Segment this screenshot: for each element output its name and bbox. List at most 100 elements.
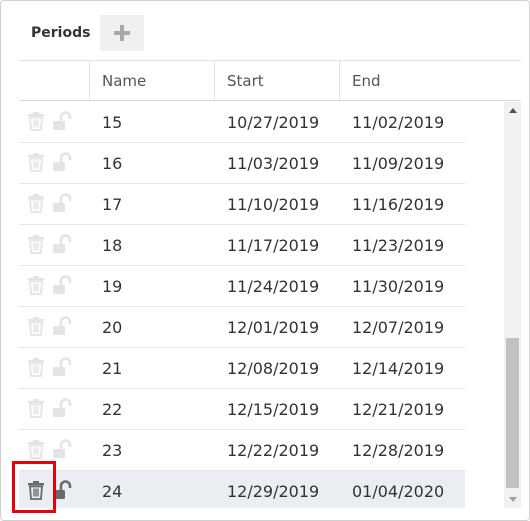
- start-cell: 11/17/2019: [227, 235, 320, 255]
- start-cell: 12/29/2019: [227, 481, 320, 501]
- table-row[interactable]: 22 12/15/2019 12/21/2019: [19, 389, 465, 430]
- table-row[interactable]: 24 12/29/2019 01/04/2020: [19, 471, 465, 508]
- vertical-scrollbar[interactable]: [504, 102, 521, 508]
- end-cell: 12/14/2019: [352, 358, 445, 378]
- scrollbar-thumb[interactable]: [506, 338, 519, 488]
- unlock-icon: [52, 110, 72, 134]
- name-cell: 17: [102, 194, 123, 214]
- trash-icon: [27, 275, 45, 298]
- lock-row-button: [51, 356, 73, 380]
- name-cell: 22: [102, 399, 123, 419]
- lock-row-button: [51, 110, 73, 134]
- delete-row-button: [25, 398, 47, 420]
- trash-icon: [27, 439, 45, 462]
- end-cell: 11/23/2019: [352, 235, 445, 255]
- name-cell: 24: [102, 481, 123, 501]
- delete-row-button: [25, 152, 47, 174]
- unlock-icon: [52, 315, 72, 339]
- trash-icon: [27, 193, 45, 216]
- row-actions: [19, 348, 89, 388]
- end-cell: 12/21/2019: [352, 399, 445, 419]
- start-cell: 12/08/2019: [227, 358, 320, 378]
- name-cell: 18: [102, 235, 123, 255]
- table-row[interactable]: 17 11/10/2019 11/16/2019: [19, 184, 465, 225]
- row-actions: [19, 430, 89, 470]
- start-cell: 12/22/2019: [227, 440, 320, 460]
- delete-row-button: [25, 234, 47, 256]
- delete-row-button: [25, 275, 47, 297]
- delete-row-button[interactable]: [25, 480, 47, 502]
- row-actions: [19, 307, 89, 347]
- delete-row-button: [25, 193, 47, 215]
- table-row[interactable]: 16 11/03/2019 11/09/2019: [19, 143, 465, 184]
- name-column-header[interactable]: Name: [89, 61, 214, 100]
- name-cell: 20: [102, 317, 123, 337]
- table-row[interactable]: 18 11/17/2019 11/23/2019: [19, 225, 465, 266]
- trash-icon: [27, 480, 45, 503]
- name-cell: 16: [102, 153, 123, 173]
- delete-row-button: [25, 357, 47, 379]
- start-cell: 10/27/2019: [227, 112, 320, 132]
- plus-icon: [114, 25, 131, 41]
- end-cell: 11/16/2019: [352, 194, 445, 214]
- scroll-down-arrow[interactable]: [504, 491, 521, 508]
- name-cell: 15: [102, 112, 123, 132]
- table-row[interactable]: 19 11/24/2019 11/30/2019: [19, 266, 465, 307]
- lock-row-button: [51, 274, 73, 298]
- delete-row-button: [25, 316, 47, 338]
- trash-icon: [27, 152, 45, 175]
- unlock-icon: [52, 233, 72, 257]
- table-row[interactable]: 23 12/22/2019 12/28/2019: [19, 430, 465, 471]
- name-cell: 23: [102, 440, 123, 460]
- delete-row-button: [25, 439, 47, 461]
- row-actions: [19, 102, 89, 142]
- end-cell: 12/07/2019: [352, 317, 445, 337]
- start-column-header[interactable]: Start: [214, 61, 339, 100]
- lock-row-button: [51, 315, 73, 339]
- trash-icon: [27, 398, 45, 421]
- panel-title: Periods: [31, 25, 91, 41]
- end-column-header[interactable]: End: [339, 61, 521, 100]
- grid-body: 15 10/27/2019 11/02/2019 16 11/03/2019 11/09/…: [19, 102, 504, 508]
- end-cell: 11/30/2019: [352, 276, 445, 296]
- row-actions: [19, 266, 89, 306]
- start-cell: 12/01/2019: [227, 317, 320, 337]
- end-cell: 12/28/2019: [352, 440, 445, 460]
- trash-icon: [27, 234, 45, 257]
- unlock-icon: [52, 438, 72, 462]
- delete-row-button: [25, 111, 47, 133]
- actions-column-header: [19, 61, 89, 100]
- row-actions: [19, 143, 89, 183]
- unlock-icon: [52, 356, 72, 380]
- lock-row-button: [51, 397, 73, 421]
- lock-row-button: [51, 192, 73, 216]
- unlock-icon: [52, 192, 72, 216]
- end-cell: 11/09/2019: [352, 153, 445, 173]
- row-actions: [19, 225, 89, 265]
- periods-panel: Periods Name Start End 15 10/27/2019 11/02…: [0, 0, 530, 521]
- unlock-icon: [52, 274, 72, 298]
- unlock-icon: [52, 397, 72, 421]
- panel-header: Periods: [19, 15, 219, 51]
- lock-row-button[interactable]: [51, 479, 73, 503]
- trash-icon: [27, 316, 45, 339]
- start-cell: 11/03/2019: [227, 153, 320, 173]
- name-cell: 19: [102, 276, 123, 296]
- unlock-icon: [52, 479, 72, 503]
- table-row[interactable]: 15 10/27/2019 11/02/2019: [19, 102, 465, 143]
- start-cell: 11/24/2019: [227, 276, 320, 296]
- end-cell: 01/04/2020: [352, 481, 445, 501]
- trash-icon: [27, 357, 45, 380]
- table-row[interactable]: 20 12/01/2019 12/07/2019: [19, 307, 465, 348]
- add-period-button[interactable]: [100, 15, 145, 51]
- start-cell: 12/15/2019: [227, 399, 320, 419]
- grid-header: Name Start End: [19, 60, 521, 101]
- row-actions: [19, 184, 89, 224]
- lock-row-button: [51, 233, 73, 257]
- table-row[interactable]: 21 12/08/2019 12/14/2019: [19, 348, 465, 389]
- unlock-icon: [52, 151, 72, 175]
- row-actions: [19, 389, 89, 429]
- start-cell: 11/10/2019: [227, 194, 320, 214]
- end-cell: 11/02/2019: [352, 112, 445, 132]
- scroll-up-arrow[interactable]: [504, 102, 521, 119]
